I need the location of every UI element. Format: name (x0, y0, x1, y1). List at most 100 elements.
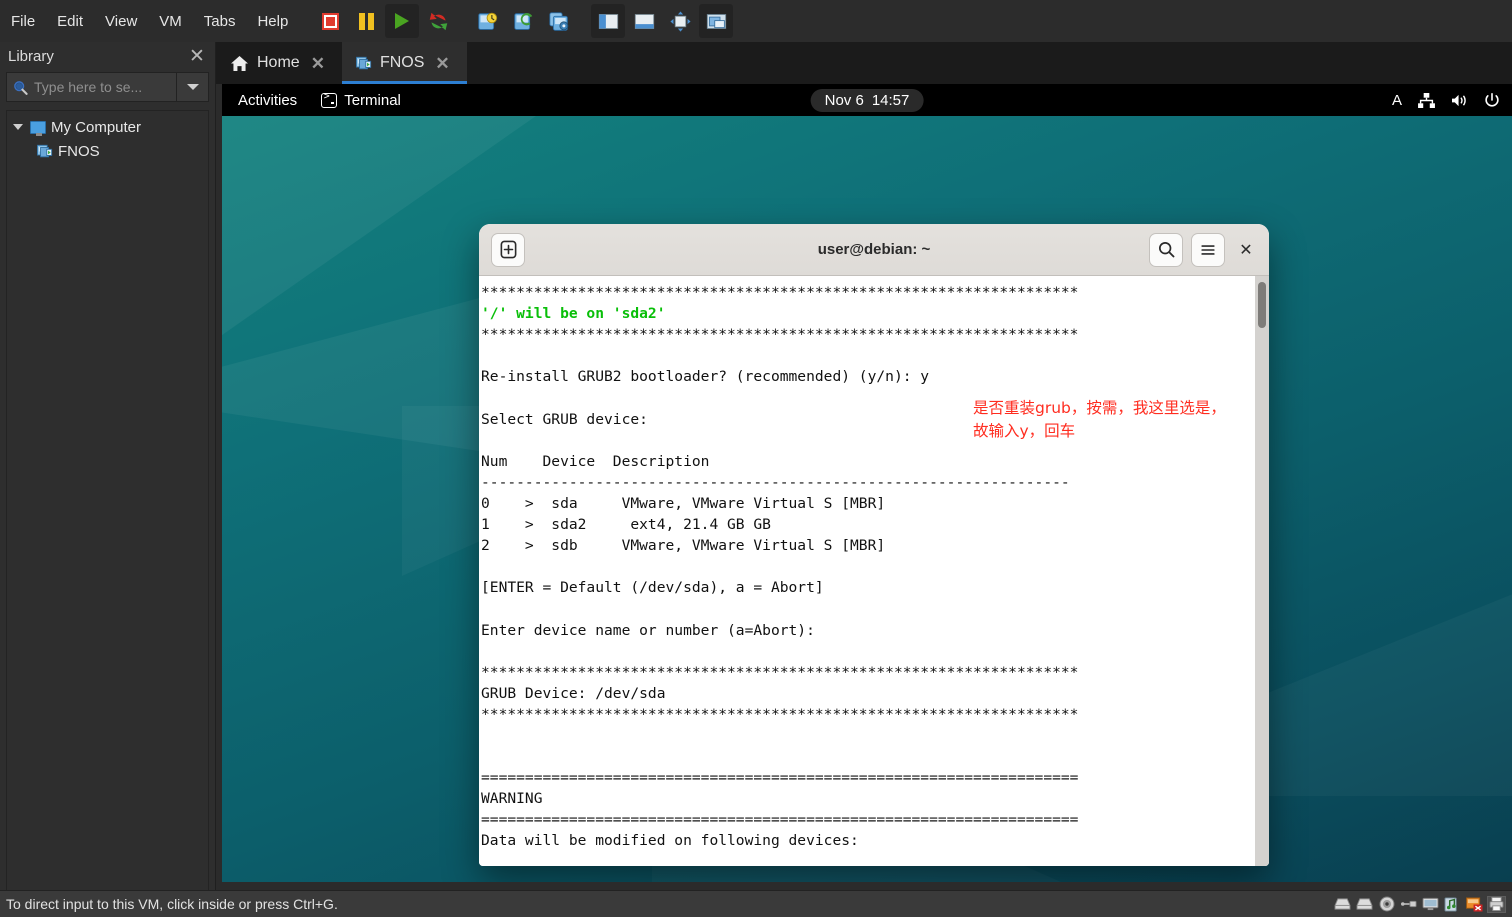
terminal-line: ****************************************… (481, 663, 1079, 681)
terminal-line: Data will be modified on following devic… (481, 832, 859, 850)
terminal-line: 1 > sda2 ext4, 21.4 GB GB (481, 516, 771, 534)
menu-toolbar: File Edit View VM Tabs Help (0, 0, 1512, 42)
expand-triangle-icon[interactable] (13, 124, 23, 130)
annotation-note: 是否重装grub，按需，我这里选是， 故输入y，回车 (973, 399, 1226, 440)
new-tab-icon[interactable] (491, 232, 525, 267)
close-icon[interactable]: ✕ (187, 47, 207, 66)
terminal-line: ****************************************… (481, 326, 1079, 344)
vmware-workstation-window: File Edit View VM Tabs Help Library ✕ Ty… (0, 0, 1512, 917)
terminal-titlebar[interactable]: user@debian: ~ ✕ (479, 224, 1269, 276)
terminal-line: 2 > sdb VMware, VMware Virtual S [MBR] (481, 537, 886, 555)
menu-file[interactable]: File (0, 7, 46, 36)
snapshot-take-icon[interactable] (470, 4, 504, 38)
tab-fnos[interactable]: FNOS ✕ (341, 42, 467, 84)
snapshot-manager-icon[interactable] (542, 4, 576, 38)
tab-home[interactable]: Home ✕ (216, 42, 342, 84)
terminal-line: ****************************************… (481, 705, 1079, 723)
sidebar-item-fnos[interactable]: FNOS (7, 139, 208, 163)
terminal-line: GRUB Device: /dev/sda (481, 684, 666, 702)
sidebar-item-my-computer[interactable]: My Computer (7, 115, 208, 139)
full-screen-icon[interactable] (663, 4, 697, 38)
app-menu-label: Terminal (344, 91, 401, 109)
terminal-line: 0 > sda VMware, VMware Virtual S [MBR] (481, 494, 886, 512)
sound-card-icon[interactable] (1443, 896, 1462, 913)
display-icon[interactable] (1421, 896, 1440, 913)
my-computer-icon (30, 120, 46, 136)
suspend-pause-icon[interactable] (349, 4, 383, 38)
terminal-line: Enter device name or number (a=Abort): (481, 621, 815, 639)
tab-label: FNOS (379, 54, 425, 71)
hard-disk-2-icon[interactable] (1355, 896, 1374, 913)
terminal-line: WARNING (481, 790, 543, 808)
terminal-line: '/' will be on 'sda2' (481, 305, 666, 323)
gnome-top-bar: Activities Terminal Nov 6 14:57 A (222, 84, 1512, 116)
power-off-icon[interactable] (313, 4, 347, 38)
show-thumbnail-bar-icon[interactable] (627, 4, 661, 38)
status-message: To direct input to this VM, click inside… (6, 896, 338, 912)
terminal-body[interactable]: ****************************************… (479, 276, 1269, 866)
terminal-icon (321, 91, 338, 108)
terminal-line: ========================================… (481, 811, 1079, 829)
chevron-down-icon[interactable] (177, 72, 209, 102)
menu-vm[interactable]: VM (148, 7, 193, 36)
virtual-machine-icon (355, 56, 372, 69)
terminal-line: ----------------------------------------… (481, 473, 1070, 491)
library-tree: My Computer FNOS (6, 110, 209, 900)
close-icon[interactable]: ✕ (1233, 237, 1259, 263)
scrollbar-thumb[interactable] (1258, 282, 1266, 328)
search-icon[interactable] (1149, 232, 1183, 267)
printer-icon[interactable] (1487, 895, 1506, 913)
status-device-icons (1333, 895, 1512, 913)
clock-menu[interactable]: Nov 6 14:57 (810, 88, 924, 112)
snapshot-revert-icon[interactable] (506, 4, 540, 38)
unity-mode-icon[interactable] (699, 4, 734, 38)
close-icon[interactable]: ✕ (308, 53, 328, 74)
library-header: Library ✕ (0, 42, 215, 70)
main-body: Library ✕ Type here to se... My Computer… (0, 42, 1512, 900)
terminal-output: ****************************************… (481, 282, 1078, 852)
search-icon (14, 80, 28, 95)
cd-dvd-icon[interactable] (1377, 896, 1396, 913)
network-wired-icon[interactable] (1418, 92, 1435, 108)
menu-view[interactable]: View (94, 7, 148, 36)
library-title: Library (8, 47, 54, 65)
vm-display[interactable]: Activities Terminal Nov 6 14:57 A (222, 84, 1512, 882)
status-bar: To direct input to this VM, click inside… (0, 890, 1512, 917)
terminal-header-buttons: ✕ (1149, 232, 1259, 267)
library-search-row: Type here to se... (6, 72, 209, 102)
search-input[interactable]: Type here to se... (6, 72, 177, 102)
menu-tabs[interactable]: Tabs (193, 7, 247, 36)
terminal-window[interactable]: user@debian: ~ ✕ ***********************… (479, 224, 1269, 866)
app-menu-terminal[interactable]: Terminal (311, 91, 411, 109)
usb-icon[interactable] (1399, 896, 1418, 913)
power-on-play-icon[interactable] (385, 4, 420, 38)
virtual-machine-icon (37, 144, 53, 157)
library-panel: Library ✕ Type here to se... My Computer… (0, 42, 216, 900)
search-placeholder: Type here to se... (34, 79, 143, 95)
power-icon[interactable] (1484, 92, 1500, 108)
terminal-line: [ENTER = Default (/dev/sda), a = Abort] (481, 579, 824, 597)
show-library-icon[interactable] (591, 4, 626, 38)
close-icon[interactable]: ✕ (432, 53, 452, 74)
desktop-wallpaper[interactable]: user@debian: ~ ✕ ***********************… (222, 116, 1512, 882)
vm-pane: Home ✕ FNOS ✕ Activities > Terminal Nov … (216, 42, 1512, 890)
hamburger-menu-icon[interactable] (1191, 232, 1225, 267)
terminal-line: ========================================… (481, 769, 1079, 787)
terminal-scrollbar[interactable] (1255, 276, 1269, 866)
input-method-indicator[interactable]: A (1392, 92, 1402, 109)
menu-edit[interactable]: Edit (46, 7, 94, 36)
restart-guest-icon[interactable] (421, 4, 455, 38)
menu-help[interactable]: Help (246, 7, 299, 36)
hard-disk-1-icon[interactable] (1333, 896, 1352, 913)
volume-icon[interactable] (1451, 93, 1468, 108)
activities-button[interactable]: Activities (222, 92, 311, 109)
network-adapter-disconnected-icon[interactable] (1465, 896, 1484, 913)
system-status-area[interactable]: A (1392, 92, 1500, 109)
terminal-line: ****************************************… (481, 284, 1079, 301)
clock-time: 14:57 (871, 91, 910, 109)
